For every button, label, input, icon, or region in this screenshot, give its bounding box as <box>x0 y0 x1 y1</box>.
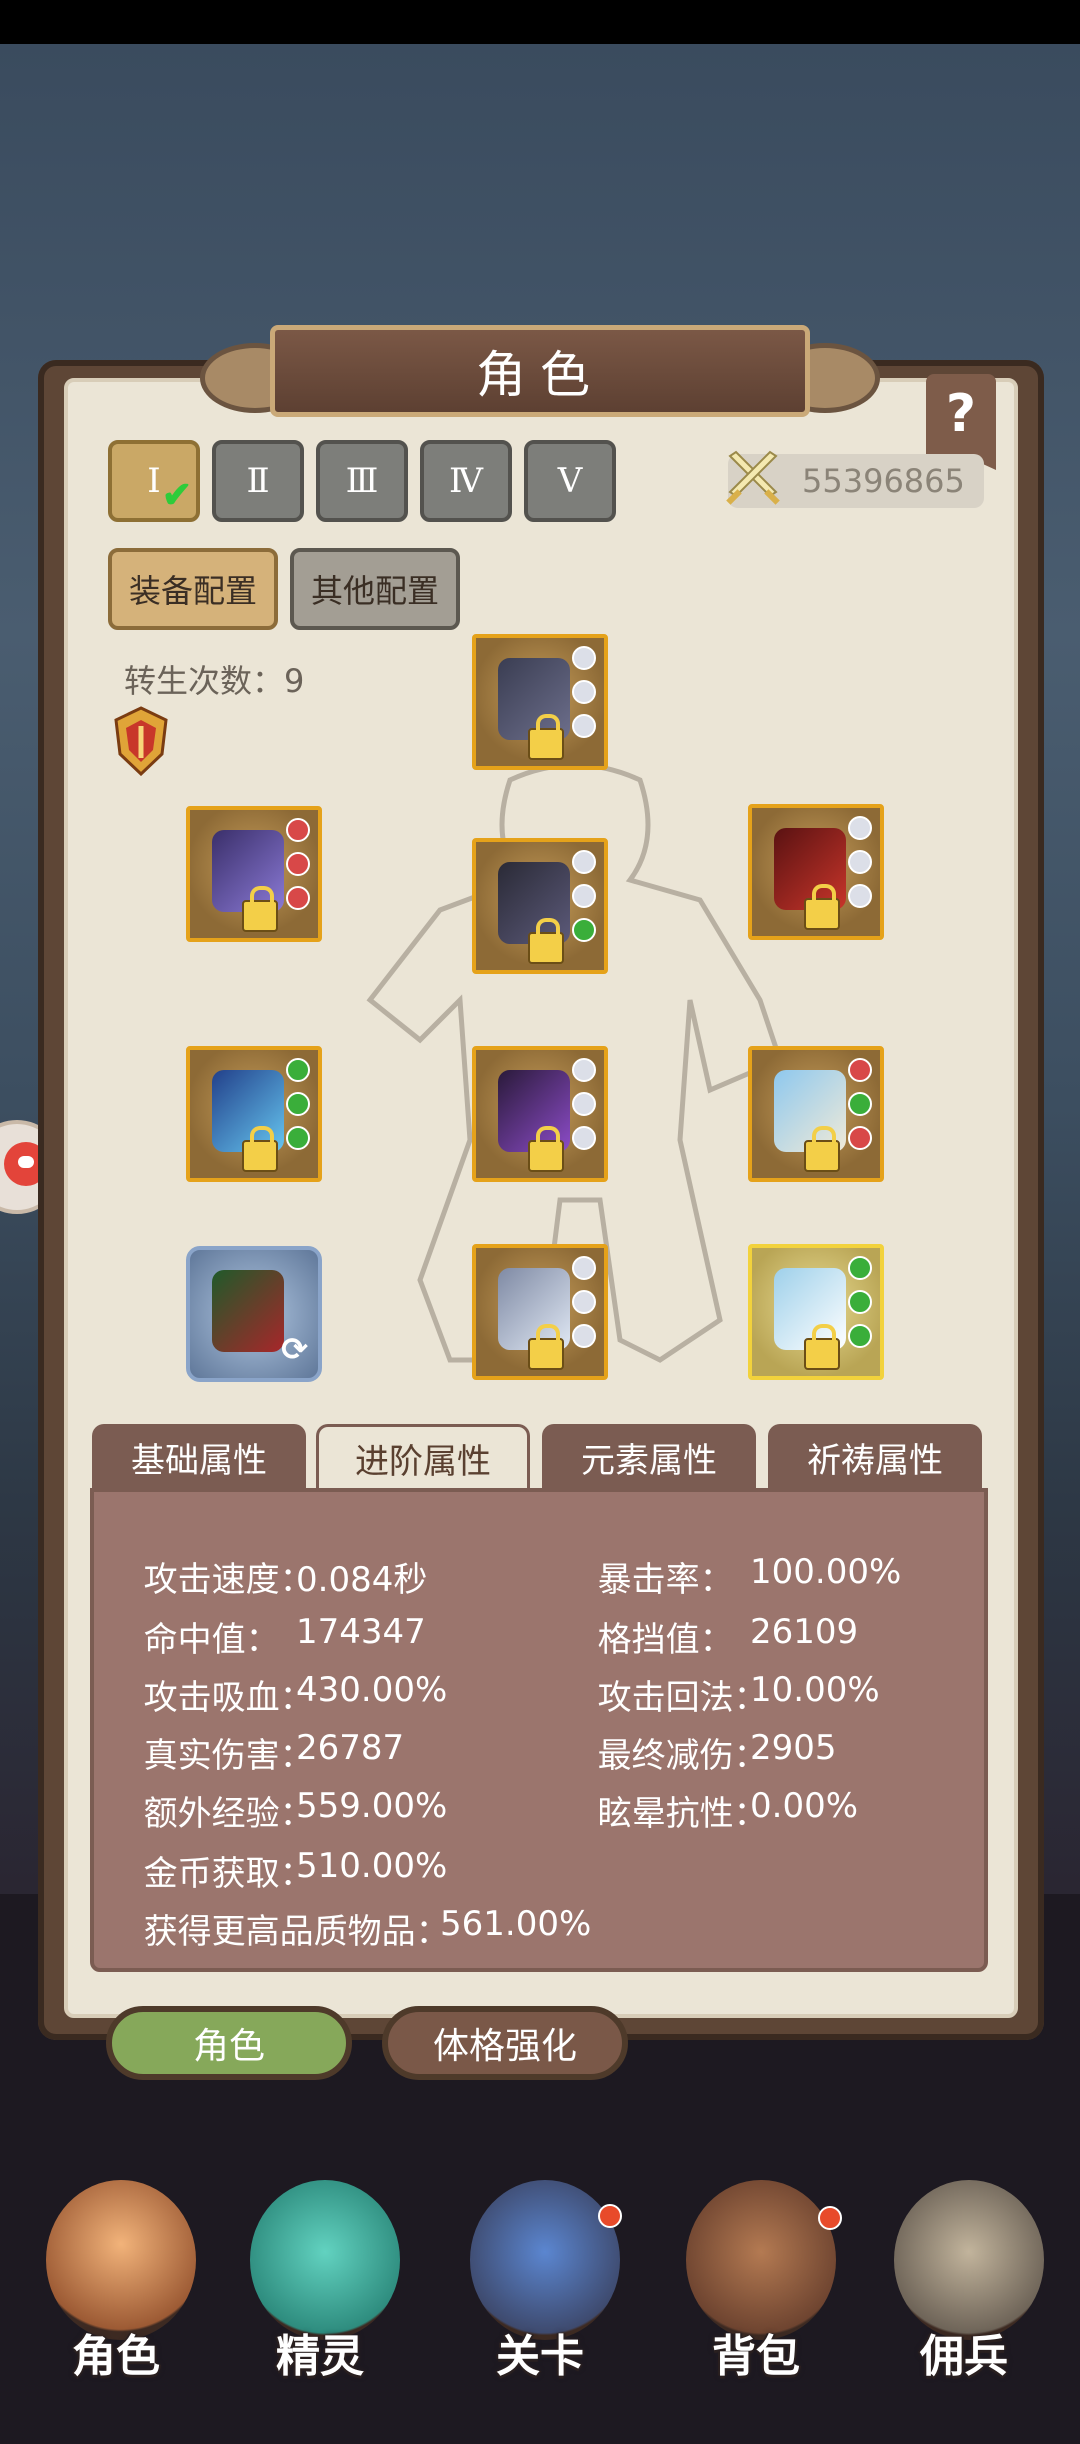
tab-physique[interactable]: 体格强化 <box>382 2006 628 2080</box>
notification-badge <box>818 2206 842 2230</box>
stat-stun-resist: 眩晕抗性： 0.00% <box>597 1786 859 1834</box>
equip-weapon[interactable] <box>186 806 322 942</box>
costume-icon <box>212 1270 284 1352</box>
other-config-tab[interactable]: 其他配置 <box>290 548 460 630</box>
lock-icon <box>804 1126 840 1172</box>
equipment-config-tab[interactable]: 装备配置 <box>108 548 278 630</box>
nav-spirit[interactable]: 精灵 <box>230 2170 410 2400</box>
lock-icon <box>528 714 564 760</box>
loadout-tab-2[interactable]: Ⅱ <box>212 440 304 522</box>
loadout-tab-3[interactable]: Ⅲ <box>316 440 408 522</box>
lock-icon <box>528 1126 564 1172</box>
equip-belt[interactable] <box>472 1046 608 1182</box>
nav-backpack[interactable]: 背包 <box>666 2170 846 2400</box>
loadout-tab-1[interactable]: Ⅰ ✔ <box>108 440 200 522</box>
equip-wings[interactable] <box>748 1046 884 1182</box>
equip-amulet[interactable] <box>748 1244 884 1380</box>
lock-icon <box>242 1126 278 1172</box>
status-bar <box>0 0 1080 44</box>
hero-icon <box>46 2180 196 2340</box>
tab-basic-attributes[interactable]: 基础属性 <box>92 1424 306 1490</box>
tab-element-attributes[interactable]: 元素属性 <box>542 1424 756 1490</box>
lock-icon <box>242 886 278 932</box>
equip-ring[interactable] <box>186 1046 322 1182</box>
equip-costume[interactable]: ⟳ <box>186 1246 322 1382</box>
nav-mercenary[interactable]: 佣兵 <box>874 2170 1054 2400</box>
loadout-tab-5[interactable]: Ⅴ <box>524 440 616 522</box>
backpack-icon <box>686 2180 836 2340</box>
stage-icon <box>470 2180 620 2340</box>
equip-armor[interactable] <box>472 838 608 974</box>
stat-better-items: 获得更高品质物品： 561.00% <box>143 1904 592 1952</box>
page-title: 角色 <box>476 346 604 404</box>
rebirth-emblem-icon[interactable] <box>110 706 172 776</box>
bottom-navigation: 角色 精灵 关卡 背包 佣兵 <box>0 2170 1080 2400</box>
swap-icon: ⟳ <box>281 1330 308 1368</box>
tab-advanced-attributes[interactable]: 进阶属性 <box>316 1424 530 1490</box>
lock-icon <box>528 1324 564 1370</box>
equip-helmet[interactable] <box>472 634 608 770</box>
help-button[interactable]: ? <box>926 374 996 470</box>
lock-icon <box>528 918 564 964</box>
lock-icon <box>804 1324 840 1370</box>
equip-boots[interactable] <box>472 1244 608 1380</box>
combat-power-value: 55396865 <box>802 462 965 500</box>
rebirth-count: 转生次数：9 <box>124 662 305 700</box>
nav-stage[interactable]: 关卡 <box>450 2170 630 2400</box>
tab-prayer-attributes[interactable]: 祈祷属性 <box>768 1424 982 1490</box>
combat-power: 55396865 <box>726 450 984 508</box>
tab-character[interactable]: 角色 <box>106 2006 352 2080</box>
loadout-tab-4[interactable]: Ⅳ <box>420 440 512 522</box>
spirit-icon <box>250 2180 400 2340</box>
notification-badge <box>598 2204 622 2228</box>
crossed-swords-icon <box>726 450 780 505</box>
checkmark-icon: ✔ <box>161 474 192 516</box>
title-plate: 角色 <box>200 325 880 421</box>
mercenary-icon <box>894 2180 1044 2340</box>
lock-icon <box>804 884 840 930</box>
equip-gloves[interactable] <box>748 804 884 940</box>
nav-hero[interactable]: 角色 <box>26 2170 206 2400</box>
